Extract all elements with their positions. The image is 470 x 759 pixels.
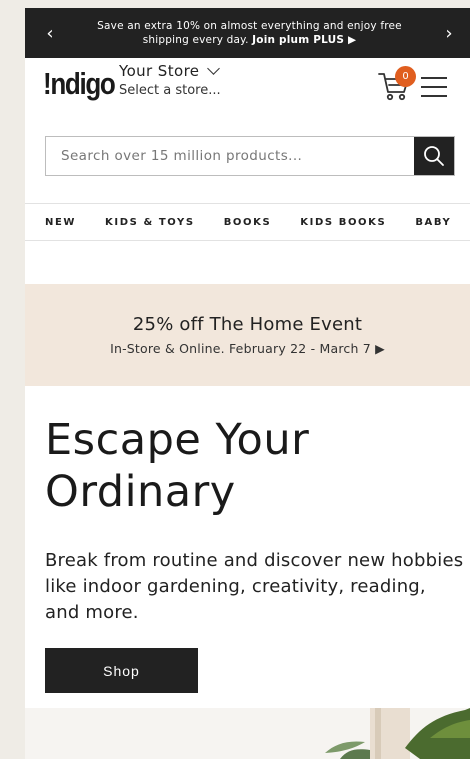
- page: ‹ Save an extra 10% on almost everything…: [25, 8, 470, 759]
- nav-item-baby[interactable]: BABY: [415, 217, 451, 228]
- search-input[interactable]: [46, 137, 414, 175]
- indigo-logo[interactable]: !ndigo: [43, 66, 116, 102]
- promo-line-1: Save an extra 10% on almost everything a…: [97, 20, 402, 32]
- shop-button[interactable]: Shop: [45, 648, 198, 693]
- store-title: Your Store: [119, 62, 221, 80]
- cart-count-badge: 0: [395, 66, 416, 87]
- promo-message: Save an extra 10% on almost everything a…: [97, 19, 402, 47]
- store-selector[interactable]: Your Store Select a store...: [119, 62, 221, 98]
- store-title-text: Your Store: [119, 62, 200, 80]
- nav-item-new[interactable]: NEW: [45, 217, 76, 228]
- promo-next-arrow[interactable]: ›: [442, 23, 456, 44]
- event-subtitle: In-Store & Online. February 22 - March 7…: [110, 341, 385, 356]
- search-button[interactable]: [414, 137, 454, 175]
- plant-image: [325, 708, 470, 759]
- event-title: 25% off The Home Event: [132, 314, 363, 335]
- search-icon: [424, 146, 444, 166]
- nav-item-kids-books[interactable]: KIDS BOOKS: [300, 217, 386, 228]
- hero-title-line-1: Escape Your: [45, 415, 310, 465]
- category-nav: NEW KIDS & TOYS BOOKS KIDS BOOKS BABY W: [25, 203, 470, 241]
- chevron-down-icon: [207, 62, 221, 75]
- hero-image: [25, 708, 470, 759]
- site-header: !ndigo Your Store Select a store... 0: [25, 58, 470, 118]
- hero-description: Break from routine and discover new hobb…: [45, 550, 464, 623]
- home-event-banner[interactable]: 25% off The Home Event In-Store & Online…: [25, 284, 470, 386]
- promo-banner: ‹ Save an extra 10% on almost everything…: [25, 8, 470, 58]
- promo-prev-arrow[interactable]: ‹: [43, 23, 57, 44]
- promo-line-2: shipping every day. Join plum PLUS ▶: [97, 33, 402, 47]
- join-plum-plus-link[interactable]: Join plum PLUS ▶: [252, 34, 356, 46]
- hero-title: Escape Your Ordinary: [45, 414, 309, 518]
- hamburger-menu-icon[interactable]: [421, 77, 447, 97]
- nav-item-books[interactable]: BOOKS: [224, 217, 272, 228]
- hero-title-line-2: Ordinary: [45, 467, 236, 517]
- nav-item-kids-toys[interactable]: KIDS & TOYS: [105, 217, 195, 228]
- promo-line-2-text: shipping every day.: [142, 34, 253, 46]
- store-subtitle: Select a store...: [119, 83, 221, 98]
- search-bar: [45, 136, 455, 176]
